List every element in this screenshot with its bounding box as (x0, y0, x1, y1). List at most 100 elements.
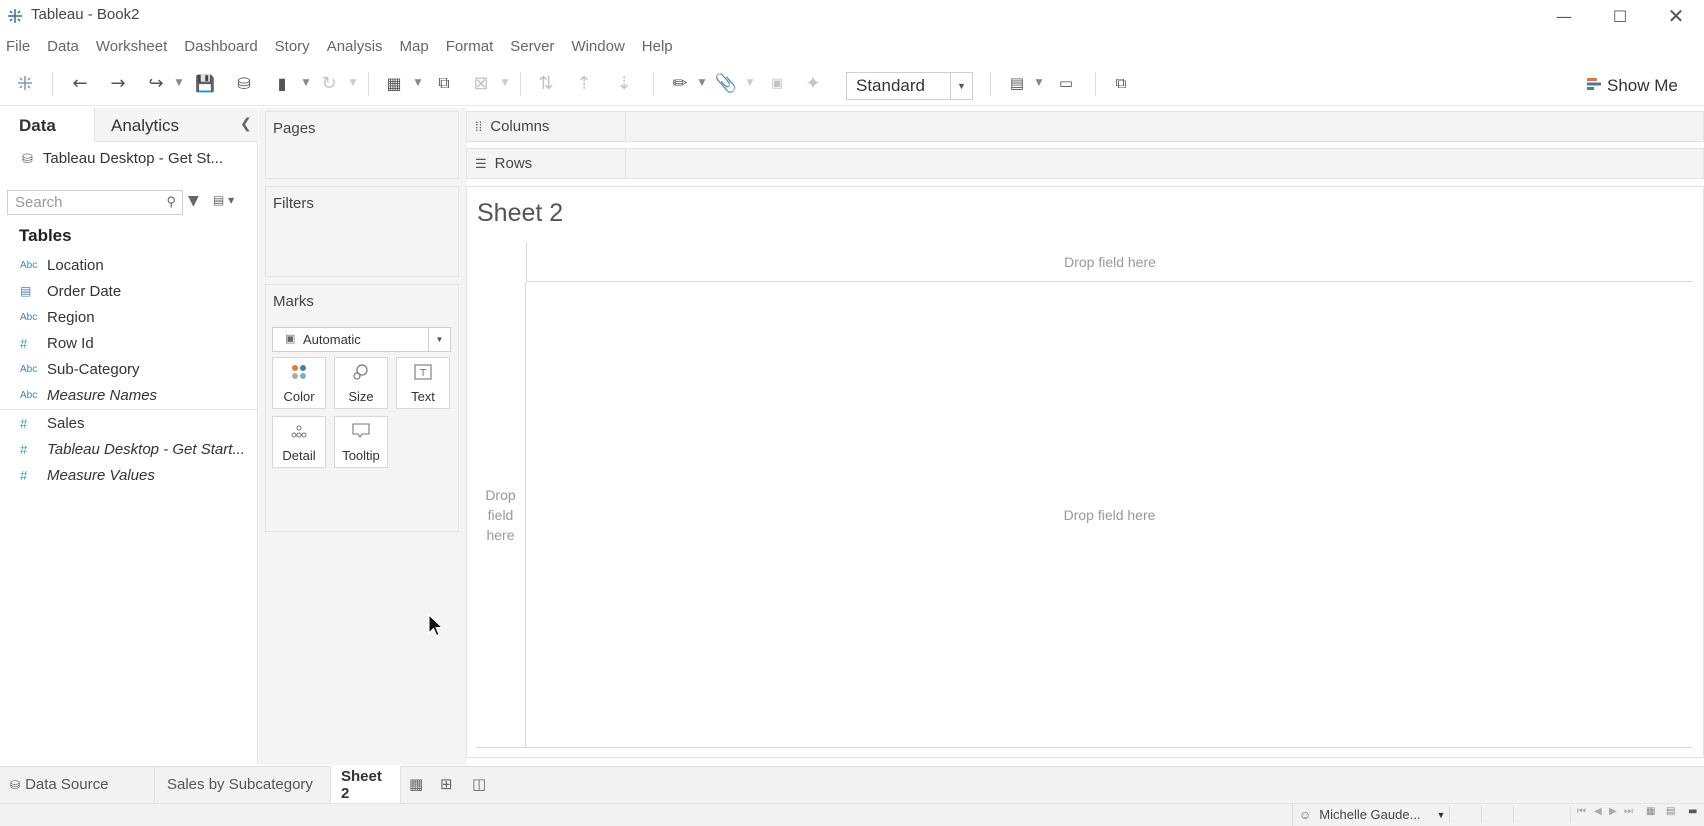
datasource-item[interactable]: ⛁ Tableau Desktop - Get St... (22, 150, 223, 167)
highlight-icon[interactable]: ✏ (668, 70, 692, 96)
tabs-view-icon[interactable]: ▬ (1688, 806, 1697, 817)
menu-worksheet[interactable]: Worksheet (96, 36, 167, 60)
sheet-sorter-icon[interactable]: ▦ (1646, 806, 1655, 817)
labels-icon[interactable]: ▣ (765, 70, 789, 96)
new-worksheet-icon[interactable]: ▦ (382, 70, 406, 96)
swap-icon[interactable]: ⇅ (534, 70, 558, 96)
menu-server[interactable]: Server (510, 36, 554, 60)
save-icon[interactable]: 💾 (193, 70, 217, 96)
minimize-icon[interactable]: — (1536, 0, 1592, 32)
field-record-count[interactable]: # Tableau Desktop - Get Start... (20, 438, 245, 460)
chevron-down-icon[interactable]: ▼ (413, 70, 423, 96)
pause-updates-icon[interactable]: ▮ (270, 70, 294, 96)
mark-type-select[interactable]: ▣ Automatic ▼ (272, 327, 451, 352)
pin-icon[interactable]: ✦ (801, 70, 825, 96)
text-icon: T (414, 364, 432, 385)
collapse-pane-icon[interactable]: ❮ (240, 116, 252, 132)
group-icon[interactable]: 📎 (714, 70, 738, 96)
undo-icon[interactable]: ← (68, 70, 92, 96)
sheet-title[interactable]: Sheet 2 (477, 199, 563, 228)
chevron-down-icon[interactable]: ▼ (174, 70, 184, 96)
chevron-down-icon[interactable]: ▼ (745, 70, 755, 96)
columns-shelf[interactable]: ⁞⁞ Columns (466, 111, 1704, 142)
user-menu[interactable]: ☺ Michelle Gaude... ▼ (1292, 803, 1445, 826)
filter-icon[interactable]: ▼ (188, 193, 199, 209)
field-location[interactable]: Abc Location (20, 254, 104, 276)
fit-icon[interactable]: ▤ (1005, 70, 1029, 96)
chevron-down-icon: ▼ (428, 328, 450, 351)
menu-window[interactable]: Window (571, 36, 624, 60)
size-button[interactable]: Size (334, 357, 388, 409)
sort-descending-icon[interactable]: ⇣ (612, 70, 636, 96)
new-dashboard-icon[interactable]: ⊞ (440, 775, 453, 793)
chevron-down-icon[interactable]: ▼ (500, 70, 510, 96)
menu-dashboard[interactable]: Dashboard (184, 36, 257, 60)
field-measure-values[interactable]: # Measure Values (20, 464, 155, 486)
view-options-icon[interactable]: ▤ ▾ (213, 193, 234, 207)
drop-zone-columns[interactable]: Drop field here (526, 242, 1693, 282)
string-type-icon: Abc (20, 311, 38, 323)
menu-format[interactable]: Format (446, 36, 494, 60)
field-order-date[interactable]: ▤ Order Date (20, 280, 121, 302)
drop-zone-rows[interactable]: Drop field here (476, 282, 526, 748)
search-input[interactable]: Search ⚲ (7, 190, 183, 215)
first-sheet-icon[interactable]: ⏮ (1577, 806, 1586, 817)
color-button[interactable]: Color (272, 357, 326, 409)
filters-heading: Filters (273, 195, 314, 212)
presentation-icon[interactable]: ▭ (1054, 70, 1078, 96)
share-icon[interactable]: ⧉ (1109, 70, 1133, 96)
chevron-down-icon[interactable]: ▼ (301, 70, 311, 96)
menu-file[interactable]: File (6, 36, 30, 60)
menu-analysis[interactable]: Analysis (327, 36, 383, 60)
menu-map[interactable]: Map (400, 36, 429, 60)
field-sub-category[interactable]: Abc Sub-Category (20, 358, 140, 380)
tab-sales-by-subcategory[interactable]: Sales by Subcategory (157, 766, 331, 803)
field-row-id[interactable]: # Row Id (20, 332, 94, 354)
field-region[interactable]: Abc Region (20, 306, 95, 328)
menu-story[interactable]: Story (275, 36, 310, 60)
tableau-logo-icon[interactable] (14, 70, 36, 96)
field-sales[interactable]: # Sales (20, 412, 85, 434)
fit-select[interactable]: Standard ▼ (846, 72, 973, 100)
pages-card[interactable]: Pages (265, 111, 459, 179)
tab-analytics[interactable]: Analytics (94, 108, 258, 142)
chevron-down-icon[interactable]: ▼ (1034, 70, 1044, 96)
new-datasource-icon[interactable]: ⛁ (232, 70, 256, 96)
drop-zone-label: Drop field here (1064, 253, 1156, 270)
sort-ascending-icon[interactable]: ⇡ (572, 70, 596, 96)
maximize-icon[interactable]: ☐ (1592, 0, 1648, 32)
next-sheet-icon[interactable]: ▶ (1609, 806, 1617, 817)
chevron-down-icon[interactable]: ▼ (697, 70, 707, 96)
last-sheet-icon[interactable]: ⏭ (1624, 806, 1633, 817)
redo-icon[interactable]: → (106, 70, 130, 96)
tooltip-button[interactable]: Tooltip (334, 416, 388, 468)
clear-sheet-icon[interactable]: ⊠ (469, 70, 493, 96)
columns-shelf-label: ⁞⁞ Columns (467, 112, 626, 141)
tab-data[interactable]: Data (0, 108, 94, 142)
menu-data[interactable]: Data (47, 36, 79, 60)
tab-data-source[interactable]: ⛁ Data Source (0, 766, 155, 803)
database-icon: ⛁ (22, 150, 33, 166)
filters-card[interactable]: Filters (265, 186, 459, 277)
filmstrip-icon[interactable]: ▤ (1666, 806, 1675, 817)
drop-zone-main[interactable]: Drop field here (526, 282, 1693, 748)
tab-sheet-2[interactable]: Sheet 2 (331, 766, 401, 803)
text-button[interactable]: T Text (396, 357, 450, 409)
field-measure-names[interactable]: Abc Measure Names (20, 384, 157, 406)
detail-button[interactable]: Detail (272, 416, 326, 468)
show-me-button[interactable]: Show Me (1587, 74, 1678, 98)
rows-shelf[interactable]: ☰ Rows (466, 148, 1704, 179)
mouse-cursor-icon (428, 614, 444, 637)
tab-label: Sales by Subcategory (167, 776, 313, 793)
replay-icon[interactable]: ↪ (144, 70, 168, 96)
previous-sheet-icon[interactable]: ◀ (1594, 806, 1602, 817)
field-label: Order Date (47, 282, 122, 300)
chevron-down-icon[interactable]: ▼ (348, 70, 358, 96)
refresh-icon[interactable]: ↻ (317, 70, 341, 96)
number-type-icon: # (20, 335, 28, 351)
close-icon[interactable]: ✕ (1648, 0, 1704, 32)
menu-help[interactable]: Help (642, 36, 673, 60)
duplicate-icon[interactable]: ⧉ (432, 70, 456, 96)
new-story-icon[interactable]: ◫ (472, 775, 486, 793)
new-worksheet-icon[interactable]: ▦ (409, 775, 423, 793)
